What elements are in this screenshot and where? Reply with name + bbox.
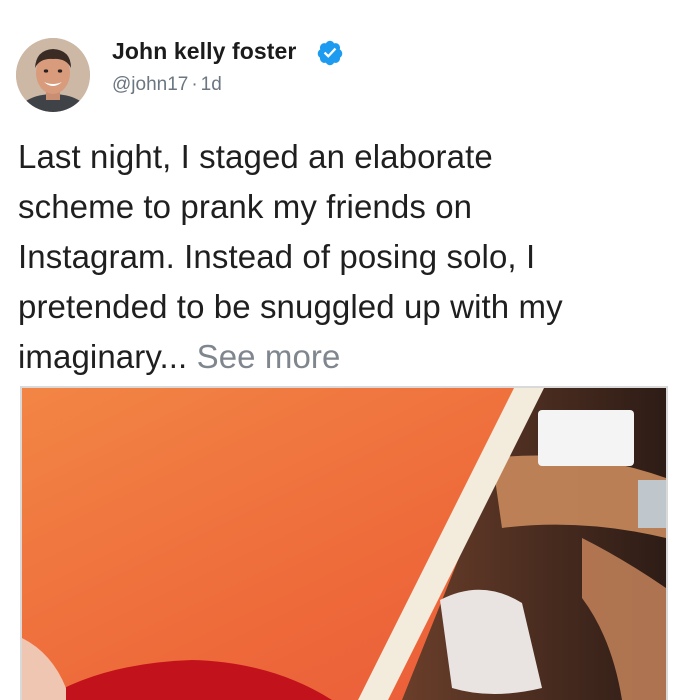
see-more-link[interactable]: See more (197, 338, 341, 375)
avatar[interactable] (16, 38, 90, 112)
meta-separator: · (191, 74, 198, 95)
post-meta: @john17 · 1d (112, 74, 222, 96)
post-text-line: pretended to be snuggled up with my (18, 288, 563, 325)
verified-badge-icon (316, 39, 344, 67)
author-handle[interactable]: @john17 (112, 74, 188, 95)
social-post-card: John kelly foster @john17 · 1d Last night,… (0, 0, 700, 700)
post-photo[interactable] (20, 386, 668, 700)
post-text: Last night, I staged an elaborate scheme… (18, 132, 688, 382)
post-timestamp[interactable]: 1d (201, 74, 222, 95)
post-text-truncated: imaginary... (18, 338, 188, 375)
author-name[interactable]: John kelly foster (112, 38, 296, 65)
post-text-line: Instagram. Instead of posing solo, I (18, 238, 536, 275)
post-text-last-line: imaginary... See more (18, 332, 688, 382)
post-text-line: Last night, I staged an elaborate (18, 138, 493, 175)
post-text-line: scheme to prank my friends on (18, 188, 473, 225)
